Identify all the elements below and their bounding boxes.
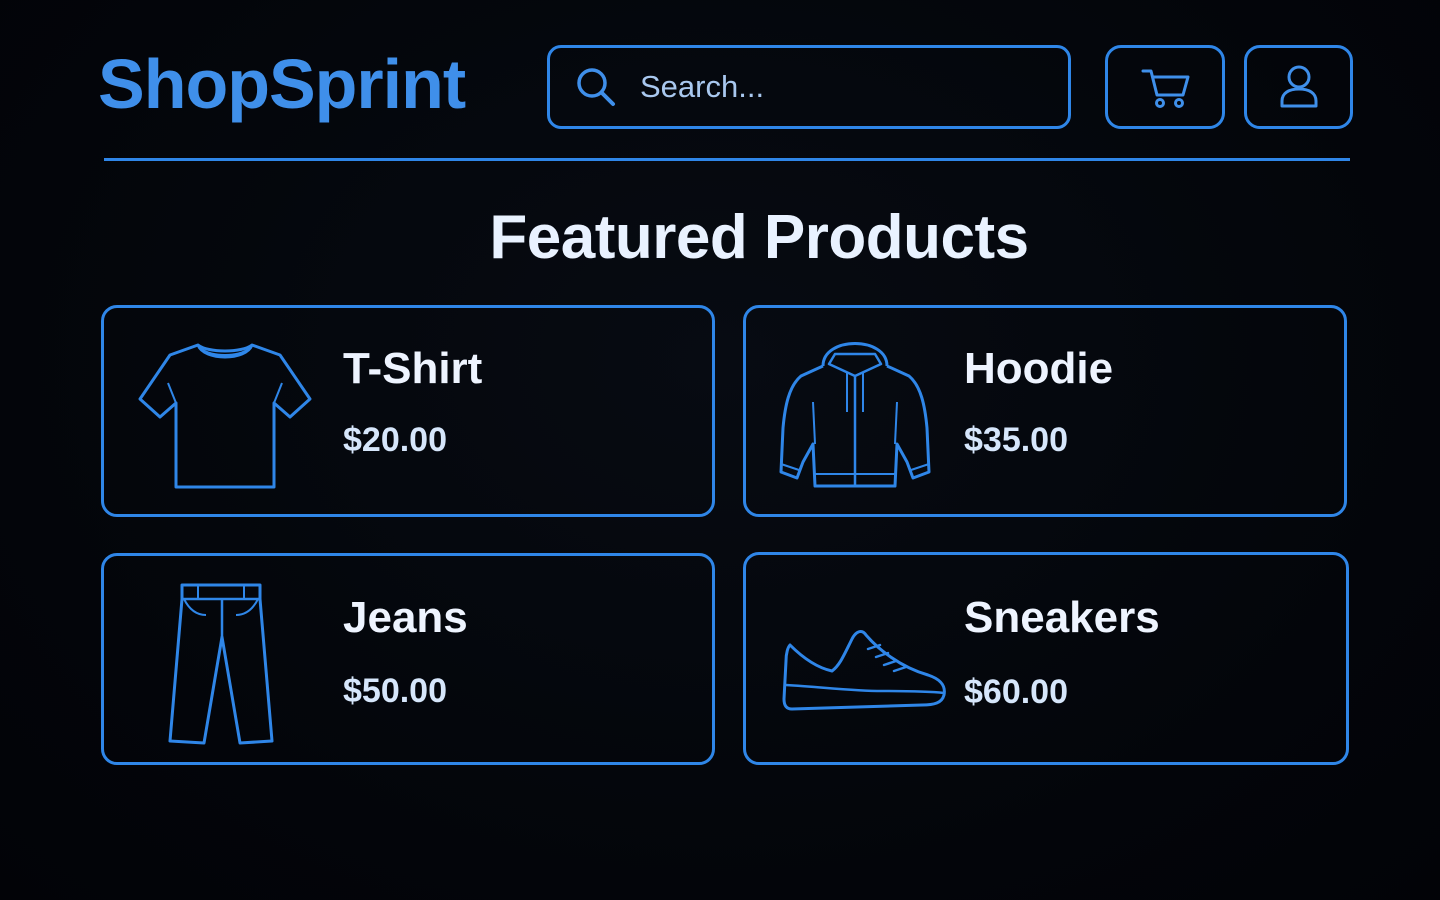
product-price: $35.00 <box>964 421 1068 459</box>
page: ShopSprint Featured Products T-S <box>0 0 1440 900</box>
shopping-cart-icon <box>1141 69 1190 108</box>
product-price: $60.00 <box>964 673 1068 711</box>
section-title: Featured Products <box>489 203 1029 272</box>
product-card-sneakers[interactable]: Sneakers $60.00 <box>743 552 1349 765</box>
account-button[interactable] <box>1244 45 1353 129</box>
product-price: $50.00 <box>343 672 447 710</box>
jeans-icon <box>168 583 274 745</box>
t-shirt-icon <box>138 343 312 489</box>
product-card-hoodie[interactable]: Hoodie $35.00 <box>743 305 1347 517</box>
product-name: Jeans <box>343 593 468 642</box>
search-input[interactable] <box>638 68 1042 106</box>
product-name: Hoodie <box>964 344 1114 393</box>
brand-logo[interactable]: ShopSprint <box>98 44 466 124</box>
search-icon <box>577 68 615 106</box>
product-price: $20.00 <box>343 421 447 459</box>
sneaker-icon <box>782 630 946 711</box>
product-name: T-Shirt <box>343 344 483 393</box>
header-divider <box>104 158 1350 161</box>
product-name: Sneakers <box>964 593 1160 642</box>
cart-button[interactable] <box>1105 45 1225 129</box>
product-card-t-shirt[interactable]: T-Shirt $20.00 <box>101 305 715 517</box>
hoodie-icon <box>779 342 931 488</box>
product-card-jeans[interactable]: Jeans $50.00 <box>101 553 715 765</box>
search-bar[interactable] <box>547 45 1071 129</box>
user-icon <box>1280 65 1317 108</box>
